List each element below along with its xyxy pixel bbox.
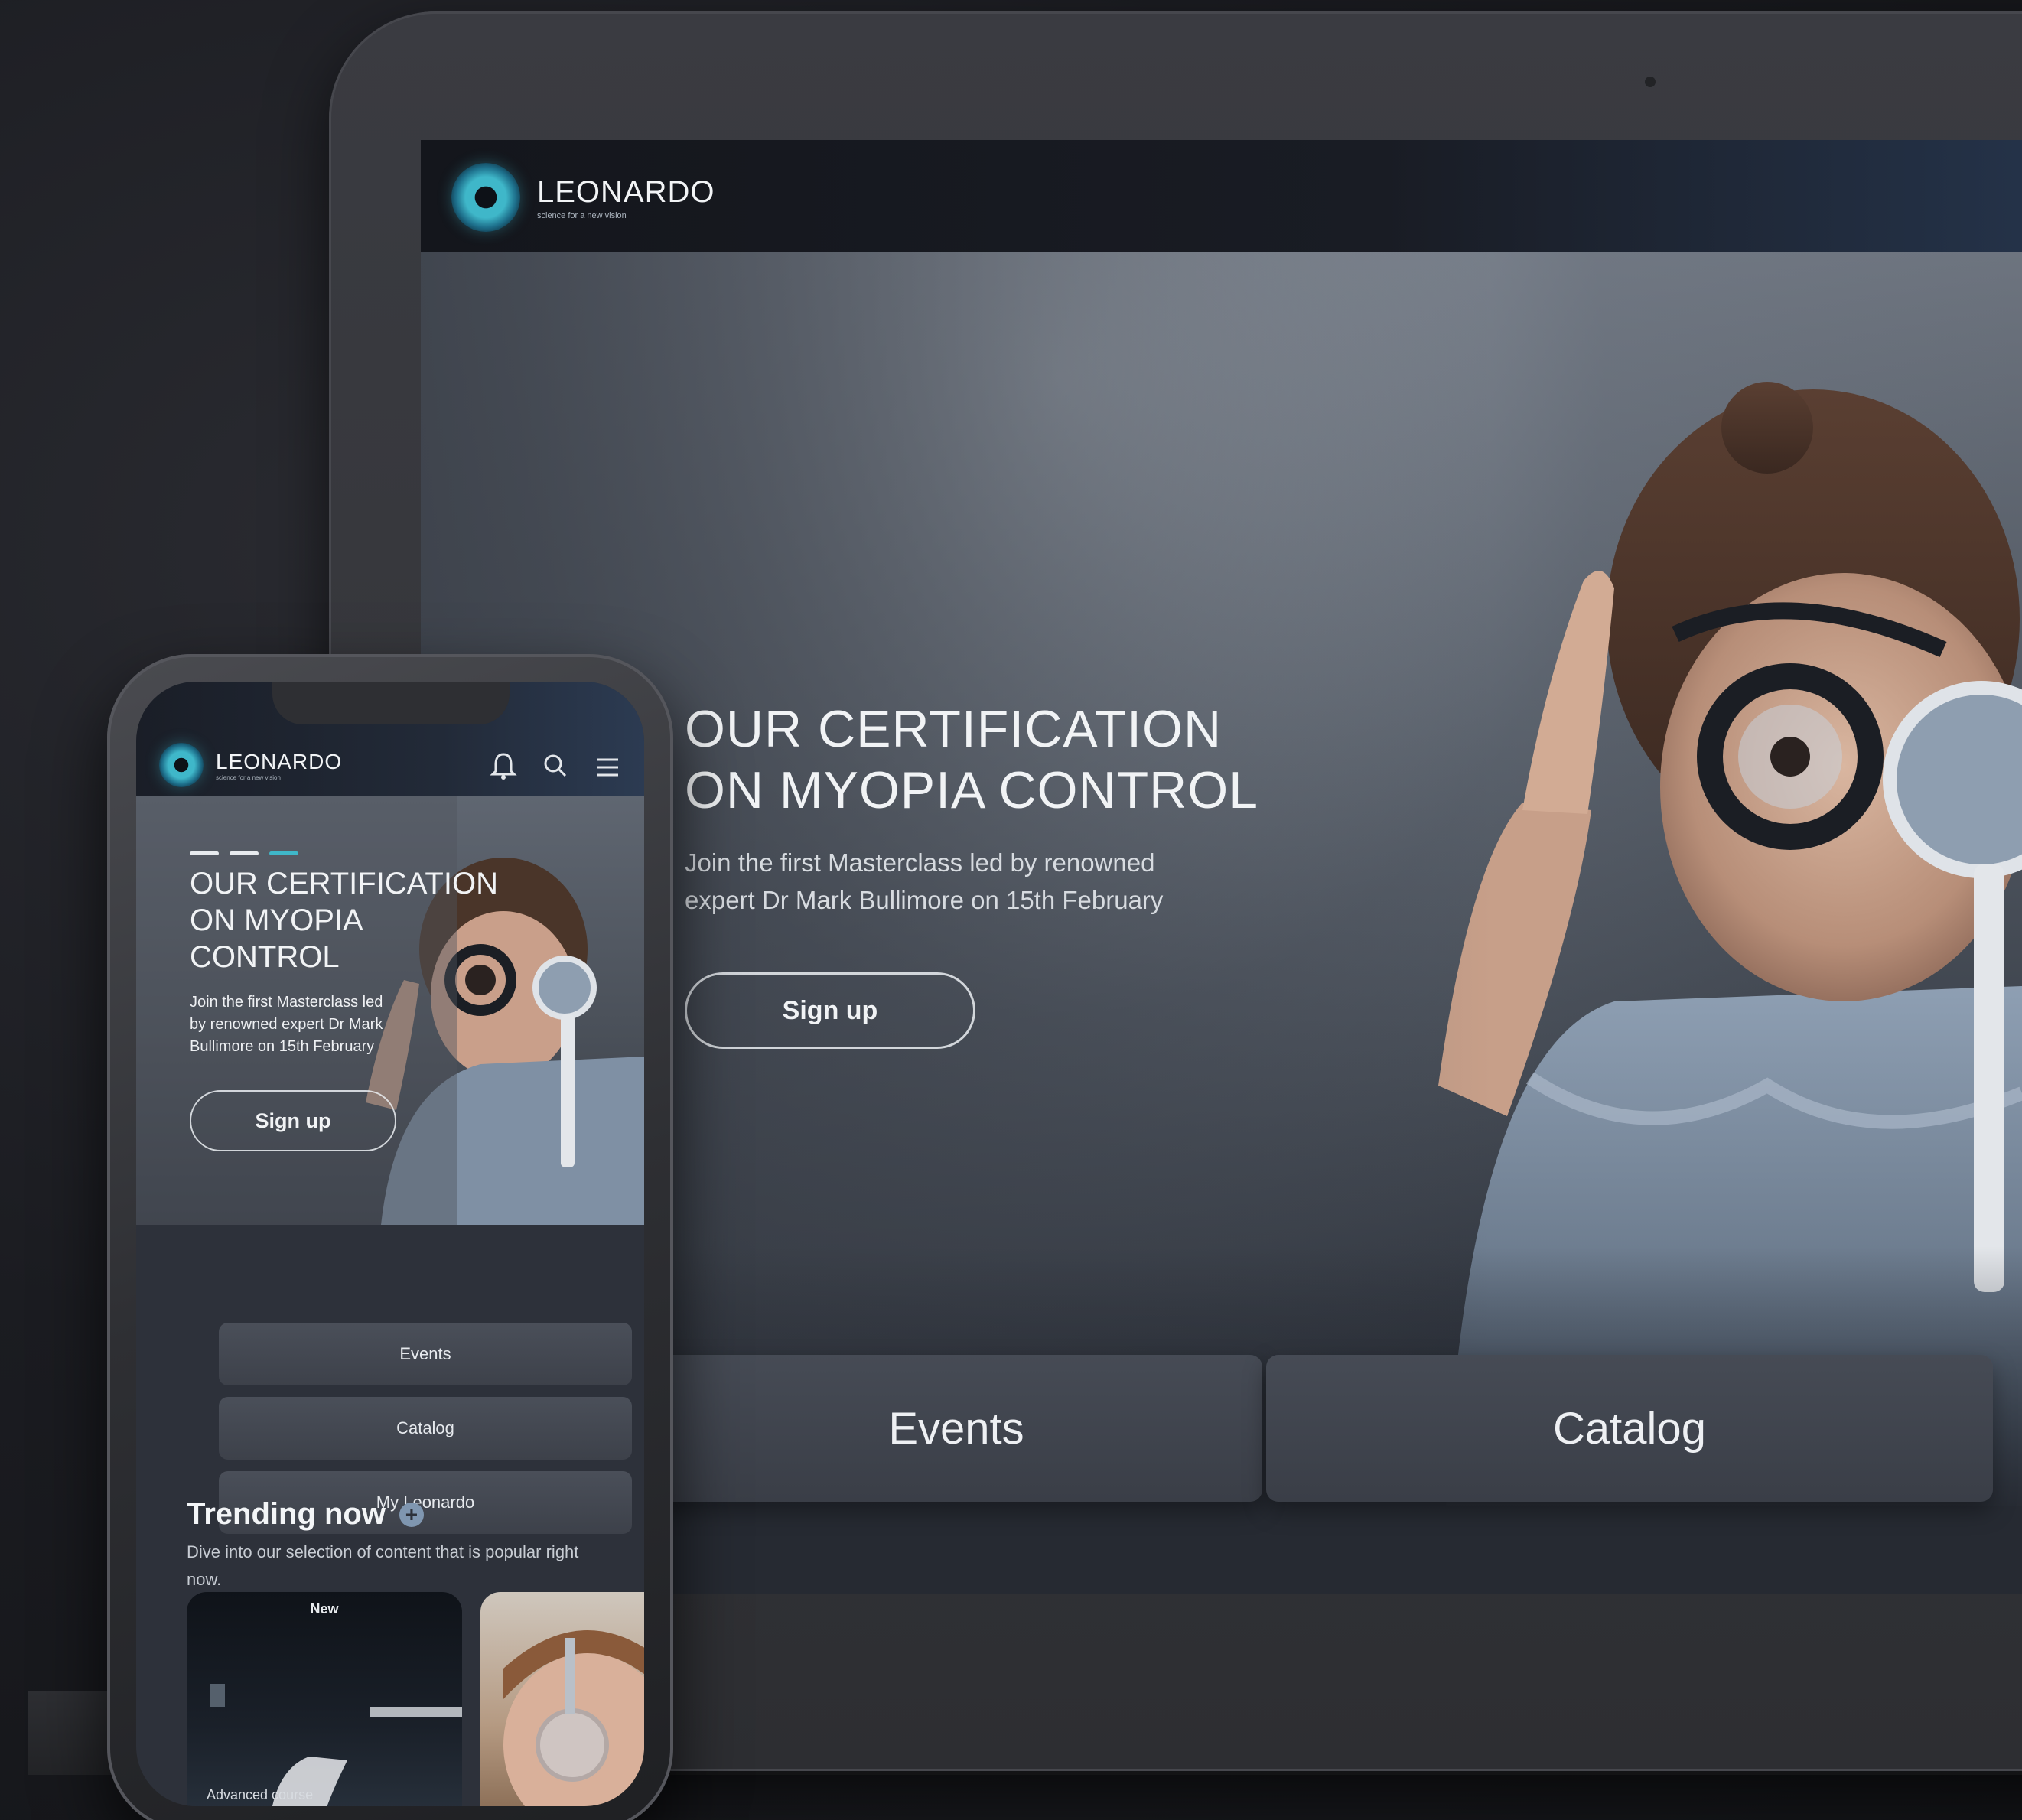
brand-name: LEONARDO bbox=[216, 749, 343, 773]
trending-subtitle-line-1: Dive into our selection of content that … bbox=[187, 1542, 579, 1561]
mobile-hero: OUR CERTIFICATION ON MYOPIA CONTROL Join… bbox=[136, 796, 644, 1225]
mobile-screen: LEONARDO science for a new vision OUR CE… bbox=[136, 682, 644, 1806]
tile-events[interactable]: Events bbox=[650, 1355, 1262, 1502]
hero-subtitle: Join the first Masterclass led by renown… bbox=[685, 844, 1297, 919]
carousel-dot[interactable] bbox=[230, 851, 259, 855]
hero-carousel-dots bbox=[190, 851, 298, 855]
device-mockup-scene: LEONARDO science for a new vision OUR CE… bbox=[0, 0, 2022, 1820]
trending-subtitle: Dive into our selection of content that … bbox=[187, 1538, 644, 1594]
mobile-logo[interactable]: LEONARDO science for a new vision bbox=[159, 743, 342, 787]
hero-subtitle-line-2: expert Dr Mark Bullimore on 15th Februar… bbox=[685, 886, 1164, 914]
trending-title-text: Trending now bbox=[187, 1497, 386, 1531]
leonardo-eye-icon bbox=[451, 163, 520, 232]
child-with-magnifier-image bbox=[503, 1630, 644, 1806]
bell-icon[interactable] bbox=[490, 750, 517, 781]
brand-tagline: science for a new vision bbox=[216, 773, 281, 781]
carousel-dot-active[interactable] bbox=[269, 851, 298, 855]
trending-card[interactable] bbox=[480, 1592, 644, 1806]
desktop-header: LEONARDO science for a new vision bbox=[421, 140, 2022, 252]
carousel-dot[interactable] bbox=[190, 851, 219, 855]
mobile-hero-title-line-2: ON MYOPIA bbox=[190, 903, 363, 937]
plus-icon[interactable]: + bbox=[399, 1502, 424, 1527]
mobile-hero-subtitle-line-1: Join the first Masterclass led bbox=[190, 994, 383, 1011]
course-thumbnail-image bbox=[210, 1684, 462, 1806]
mobile-tile-catalog[interactable]: Catalog bbox=[219, 1397, 632, 1460]
hero-subtitle-line-1: Join the first Masterclass led by renown… bbox=[685, 848, 1155, 877]
hero-signup-button[interactable]: Sign up bbox=[685, 972, 975, 1049]
card-caption: Advanced course bbox=[207, 1787, 314, 1802]
mobile-tile-events[interactable]: Events bbox=[219, 1323, 632, 1385]
mobile-hero-title-line-1: OUR CERTIFICATION bbox=[190, 867, 498, 900]
mobile-hero-subtitle: Join the first Masterclass led by renown… bbox=[190, 991, 419, 1058]
mobile-hero-title-line-3: CONTROL bbox=[190, 940, 340, 974]
trending-subtitle-line-2: now. bbox=[187, 1570, 222, 1589]
card-badge-new: New bbox=[310, 1601, 339, 1617]
brand-tagline: science for a new vision bbox=[537, 210, 627, 220]
brand-name: LEONARDO bbox=[537, 174, 715, 209]
mobile-hero-title: OUR CERTIFICATION ON MYOPIA CONTROL bbox=[190, 865, 542, 975]
laptop-camera bbox=[1645, 77, 1656, 87]
mobile-hero-subtitle-line-3: Bullimore on 15th February bbox=[190, 1038, 375, 1055]
mobile-hero-subtitle-line-2: by renowned expert Dr Mark bbox=[190, 1016, 383, 1033]
leonardo-eye-icon bbox=[159, 743, 204, 787]
desktop-logo[interactable]: LEONARDO science for a new vision bbox=[451, 163, 715, 232]
mobile-signup-button[interactable]: Sign up bbox=[190, 1090, 396, 1151]
phone-device: LEONARDO science for a new vision OUR CE… bbox=[107, 654, 673, 1820]
phone-notch bbox=[272, 682, 510, 724]
hero-title: OUR CERTIFICATION ON MYOPIA CONTROL bbox=[685, 698, 1373, 821]
tile-catalog[interactable]: Catalog bbox=[1266, 1355, 1993, 1502]
hero-title-line-1: OUR CERTIFICATION bbox=[685, 700, 1223, 758]
hero-title-line-2: ON MYOPIA CONTROL bbox=[685, 761, 1258, 819]
menu-icon[interactable] bbox=[594, 750, 621, 781]
mobile-header-icons bbox=[490, 750, 621, 781]
trending-section-title: Trending now + bbox=[187, 1497, 424, 1532]
search-icon[interactable] bbox=[542, 750, 569, 781]
trending-card[interactable]: New Advanced course bbox=[187, 1592, 462, 1806]
